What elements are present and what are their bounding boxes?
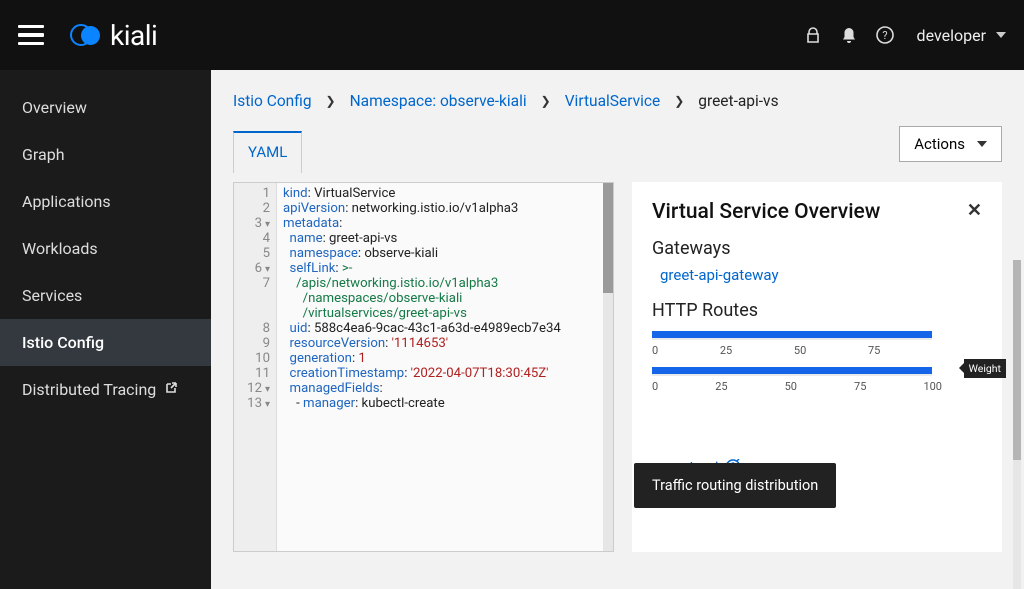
main-content: Istio Config ❯ Namespace: observe-kiali … xyxy=(211,70,1024,589)
sidebar-item-applications[interactable]: Applications xyxy=(0,178,211,225)
route-axis-2: 0255075100 xyxy=(652,380,942,393)
sidebar-item-istio-config[interactable]: Istio Config xyxy=(0,319,211,366)
sidebar-item-distributed-tracing[interactable]: Distributed Tracing xyxy=(0,366,211,413)
brand-text: kiali xyxy=(110,19,157,52)
chevron-right-icon: ❯ xyxy=(674,94,684,108)
lock-icon-svg xyxy=(806,27,820,44)
chevron-right-icon: ❯ xyxy=(326,94,336,108)
tooltip-traffic-routing: Traffic routing distribution xyxy=(634,463,836,508)
app-header: kiali ? developer xyxy=(0,0,1024,70)
gateways-heading: Gateways xyxy=(652,238,982,259)
main-scrollbar[interactable] xyxy=(1013,260,1021,589)
actions-label: Actions xyxy=(914,135,965,153)
editor-code[interactable]: kind: VirtualService apiVersion: network… xyxy=(277,183,613,551)
editor-gutter: 123▾45 6▾7 89101112▾13▾ xyxy=(234,183,277,551)
external-link-icon xyxy=(164,381,178,399)
close-icon[interactable]: ✕ xyxy=(967,200,982,221)
http-routes-heading: HTTP Routes xyxy=(652,300,982,321)
http-routes-chart: 0255075 Weight 0255075100 xyxy=(652,331,982,393)
chevron-down-icon xyxy=(996,32,1006,38)
breadcrumb-namespace[interactable]: Namespace: observe-kiali xyxy=(350,92,527,110)
sidebar: Overview Graph Applications Workloads Se… xyxy=(0,70,211,589)
gateway-link[interactable]: greet-api-gateway xyxy=(660,266,779,284)
breadcrumb-virtualservice[interactable]: VirtualService xyxy=(565,92,661,110)
user-menu[interactable]: developer xyxy=(917,26,1006,45)
chevron-right-icon: ❯ xyxy=(541,94,551,108)
chevron-down-icon xyxy=(977,141,987,147)
actions-button[interactable]: Actions xyxy=(899,126,1002,162)
editor-scroll-thumb[interactable] xyxy=(603,183,613,293)
tabs-row: YAML Actions xyxy=(211,120,1024,172)
overview-title: Virtual Service Overview xyxy=(652,200,880,224)
help-icon-svg: ? xyxy=(876,26,894,44)
breadcrumb: Istio Config ❯ Namespace: observe-kiali … xyxy=(211,70,1024,120)
sidebar-item-graph[interactable]: Graph xyxy=(0,131,211,178)
main-scroll-thumb[interactable] xyxy=(1013,260,1021,460)
overview-panel: Virtual Service Overview ✕ Gateways gree… xyxy=(632,182,1002,552)
bell-icon[interactable] xyxy=(831,27,867,44)
sidebar-item-services[interactable]: Services xyxy=(0,272,211,319)
breadcrumb-istio-config[interactable]: Istio Config xyxy=(233,92,312,110)
weight-badge: Weight xyxy=(964,359,1006,378)
sidebar-item-workloads[interactable]: Workloads xyxy=(0,225,211,272)
tab-yaml[interactable]: YAML xyxy=(233,131,302,173)
lock-icon[interactable] xyxy=(795,27,831,44)
help-icon[interactable]: ? xyxy=(867,26,903,44)
sidebar-item-overview[interactable]: Overview xyxy=(0,84,211,131)
sidebar-item-label: Distributed Tracing xyxy=(22,380,156,399)
breadcrumb-current: greet-api-vs xyxy=(698,92,778,110)
kiali-logo-icon xyxy=(70,23,104,47)
route-axis-1: 0255075 xyxy=(652,344,942,357)
yaml-editor[interactable]: 123▾45 6▾7 89101112▾13▾ kind: VirtualSer… xyxy=(233,182,614,552)
hamburger-icon[interactable] xyxy=(18,20,48,51)
user-name: developer xyxy=(917,26,986,45)
brand-logo[interactable]: kiali xyxy=(70,19,157,52)
bell-icon-svg xyxy=(841,27,857,44)
svg-text:?: ? xyxy=(882,29,887,42)
route-bar-1 xyxy=(652,331,932,340)
route-bar-2 xyxy=(652,367,932,376)
editor-scrollbar[interactable] xyxy=(603,183,613,551)
